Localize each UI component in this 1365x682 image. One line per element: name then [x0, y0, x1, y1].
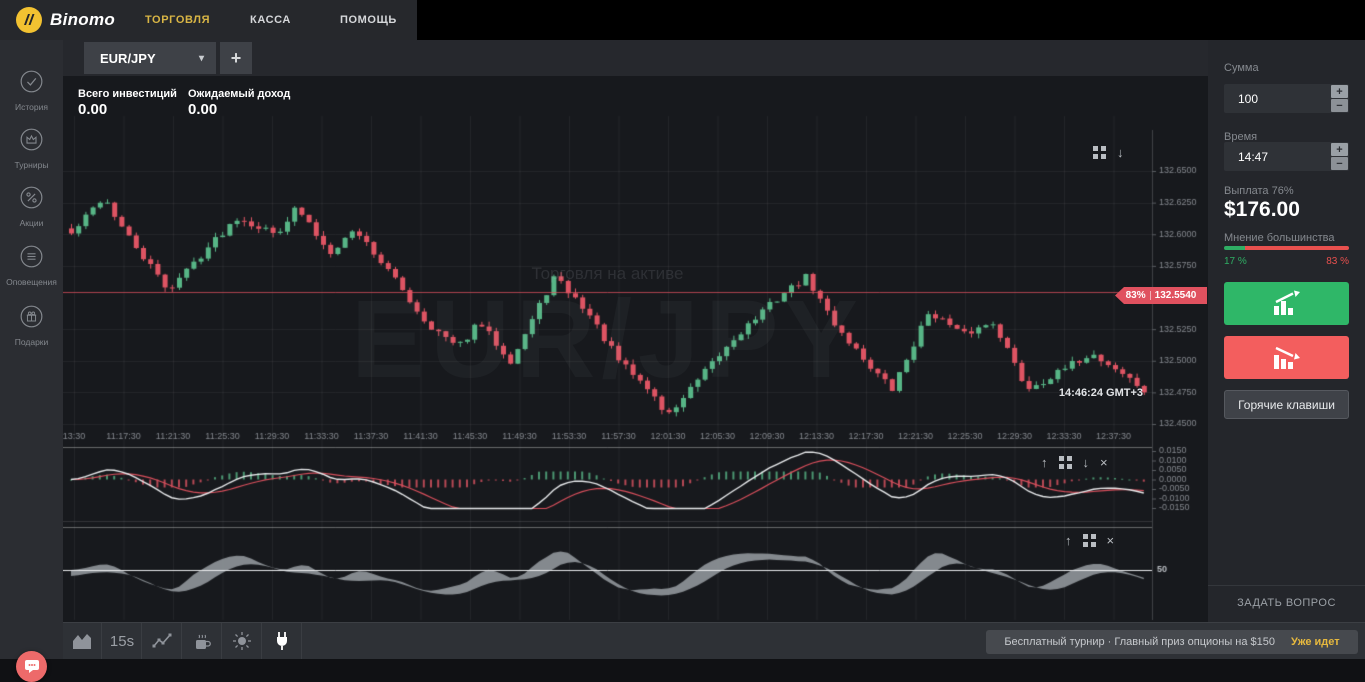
majority-up-segment [1224, 246, 1245, 250]
sidebar-item-label: Акции [0, 218, 63, 228]
indicator1-close-icon[interactable]: × [1100, 456, 1108, 469]
ask-question-section: ЗАДАТЬ ВОПРОС [1208, 585, 1365, 609]
expected-income-value: 0.00 [188, 101, 290, 118]
time-input[interactable]: 14:47 + − [1224, 142, 1349, 171]
majority-label: Мнение большинства [1224, 232, 1335, 244]
chart-controls: ↓ [1093, 146, 1124, 159]
indicator2-controls: ↑ × [1065, 534, 1114, 547]
chart-region: Всего инвестиций 0.00 Ожидаемый доход 0.… [63, 76, 1208, 622]
call-up-button[interactable] [1224, 282, 1349, 325]
time-decrease-button[interactable]: − [1331, 157, 1348, 170]
plug-icon [274, 631, 290, 651]
chart-timestamp: 14:46:24 GMT+3 [960, 387, 1143, 399]
sidebar-item-tournaments[interactable]: Турниры [0, 126, 63, 170]
expected-income-label: Ожидаемый доход [188, 88, 290, 100]
tournaments-crown-icon [18, 126, 45, 153]
indicator1-move-up-icon[interactable]: ↑ [1041, 456, 1048, 469]
chart-up-icon [1269, 290, 1305, 318]
price-tag-divider [1150, 291, 1151, 300]
line-chart-icon [152, 632, 173, 650]
brand-name: Binomo [50, 10, 115, 30]
nav-trading[interactable]: ТОРГОВЛЯ [145, 14, 210, 26]
nav-cashier[interactable]: КАССА [250, 14, 291, 26]
notifications-list-icon [18, 243, 45, 270]
chart-watermark-asset: EUR/JPY [63, 276, 1152, 403]
chevron-down-icon: ▾ [199, 53, 204, 64]
add-asset-button[interactable]: + [220, 42, 252, 74]
total-invested-stat: Всего инвестиций 0.00 [78, 88, 177, 118]
time-increase-button[interactable]: + [1331, 143, 1348, 156]
payout-label: Выплата 76% [1224, 185, 1294, 197]
sidebar-item-label: История [0, 102, 63, 112]
amount-label: Сумма [1224, 62, 1259, 74]
support-chat-icon [24, 659, 40, 674]
history-check-icon [18, 68, 45, 95]
interval-button[interactable]: 15s [103, 623, 142, 659]
time-stepper: + − [1331, 143, 1348, 170]
collapse-arrow-icon[interactable]: ↓ [1117, 146, 1124, 159]
binomo-logo[interactable]: Binomo [16, 7, 115, 33]
sun-icon [232, 631, 252, 651]
chart-type-line-button[interactable] [143, 623, 182, 659]
support-chat-button[interactable] [16, 651, 47, 682]
asset-selector[interactable]: EUR/JPY ▾ [84, 42, 216, 74]
payout-value: $176.00 [1224, 198, 1300, 222]
indicator2-move-up-icon[interactable]: ↑ [1065, 534, 1072, 547]
majority-down-segment [1245, 246, 1349, 250]
price-tag-percent: 83% [1126, 290, 1146, 301]
tournament-banner[interactable]: Бесплатный турнир · Главный приз опционы… [986, 630, 1358, 654]
plugin-button[interactable] [263, 623, 302, 659]
price-tag-price: 132.5540 [1155, 290, 1197, 301]
total-invested-value: 0.00 [78, 101, 177, 118]
top-bar: Binomo ТОРГОВЛЯ КАССА ПОМОЩЬ [0, 0, 1365, 40]
hotkeys-button[interactable]: Горячие клавиши [1224, 390, 1349, 419]
bottom-toolbar: 15s [63, 622, 1365, 659]
majority-down-percent: 83 % [1326, 256, 1349, 267]
sidebar-item-promotions[interactable]: Акции [0, 184, 63, 228]
top-bar-left: Binomo ТОРГОВЛЯ КАССА ПОМОЩЬ [0, 0, 417, 40]
put-down-button[interactable] [1224, 336, 1349, 379]
total-invested-label: Всего инвестиций [78, 88, 177, 100]
expand-icon[interactable] [1093, 146, 1106, 159]
time-value: 14:47 [1238, 150, 1268, 164]
asset-tab-strip: EUR/JPY ▾ + [63, 40, 1208, 76]
ask-question-button[interactable]: ЗАДАТЬ ВОПРОС [1208, 597, 1365, 609]
nav-help[interactable]: ПОМОЩЬ [340, 14, 397, 26]
coffee-cup-icon [193, 632, 211, 651]
indicator1-move-down-icon[interactable]: ↓ [1083, 456, 1090, 469]
sidebar-item-notifications[interactable]: Оповещения [0, 243, 63, 287]
amount-stepper: + − [1331, 85, 1348, 112]
expected-income-stat: Ожидаемый доход 0.00 [188, 88, 290, 118]
binomo-logo-icon [16, 7, 42, 33]
sidebar-item-label: Подарки [0, 337, 63, 347]
left-sidebar: История Турниры Акции Оповещения [0, 40, 63, 659]
sidebar-item-gifts[interactable]: Подарки [0, 303, 63, 347]
indicator1-controls: ↑ ↓ × [1041, 456, 1108, 469]
promotions-percent-icon [18, 184, 45, 211]
majority-opinion-bar [1224, 246, 1349, 250]
amount-input[interactable]: 100 + − [1224, 84, 1349, 113]
amount-decrease-button[interactable]: − [1331, 99, 1348, 112]
sidebar-item-history[interactable]: История [0, 68, 63, 112]
indicator1-expand-icon[interactable] [1059, 456, 1072, 469]
sidebar-item-label: Турниры [0, 160, 63, 170]
bars-chart-icon [72, 632, 92, 650]
brightness-button[interactable] [223, 623, 262, 659]
amount-increase-button[interactable]: + [1331, 85, 1348, 98]
gifts-box-icon [18, 303, 45, 330]
indicator2-expand-icon[interactable] [1083, 534, 1096, 547]
current-price-tag: 83% 132.5540 [1115, 287, 1207, 304]
tournament-banner-badge[interactable]: Уже идет [1291, 636, 1340, 648]
chart-down-icon [1269, 344, 1305, 372]
indicators-button[interactable] [183, 623, 222, 659]
indicator2-close-icon[interactable]: × [1107, 534, 1115, 547]
trade-panel: Сумма 100 + − Время 14:47 + − Выплата 76… [1208, 40, 1365, 622]
tournament-banner-text: Бесплатный турнир · Главный приз опционы… [1004, 636, 1275, 648]
amount-value: 100 [1238, 92, 1258, 106]
majority-up-percent: 17 % [1224, 256, 1247, 267]
sidebar-item-label: Оповещения [0, 277, 63, 287]
chart-type-bars-button[interactable] [63, 623, 102, 659]
asset-selector-label: EUR/JPY [100, 51, 156, 66]
